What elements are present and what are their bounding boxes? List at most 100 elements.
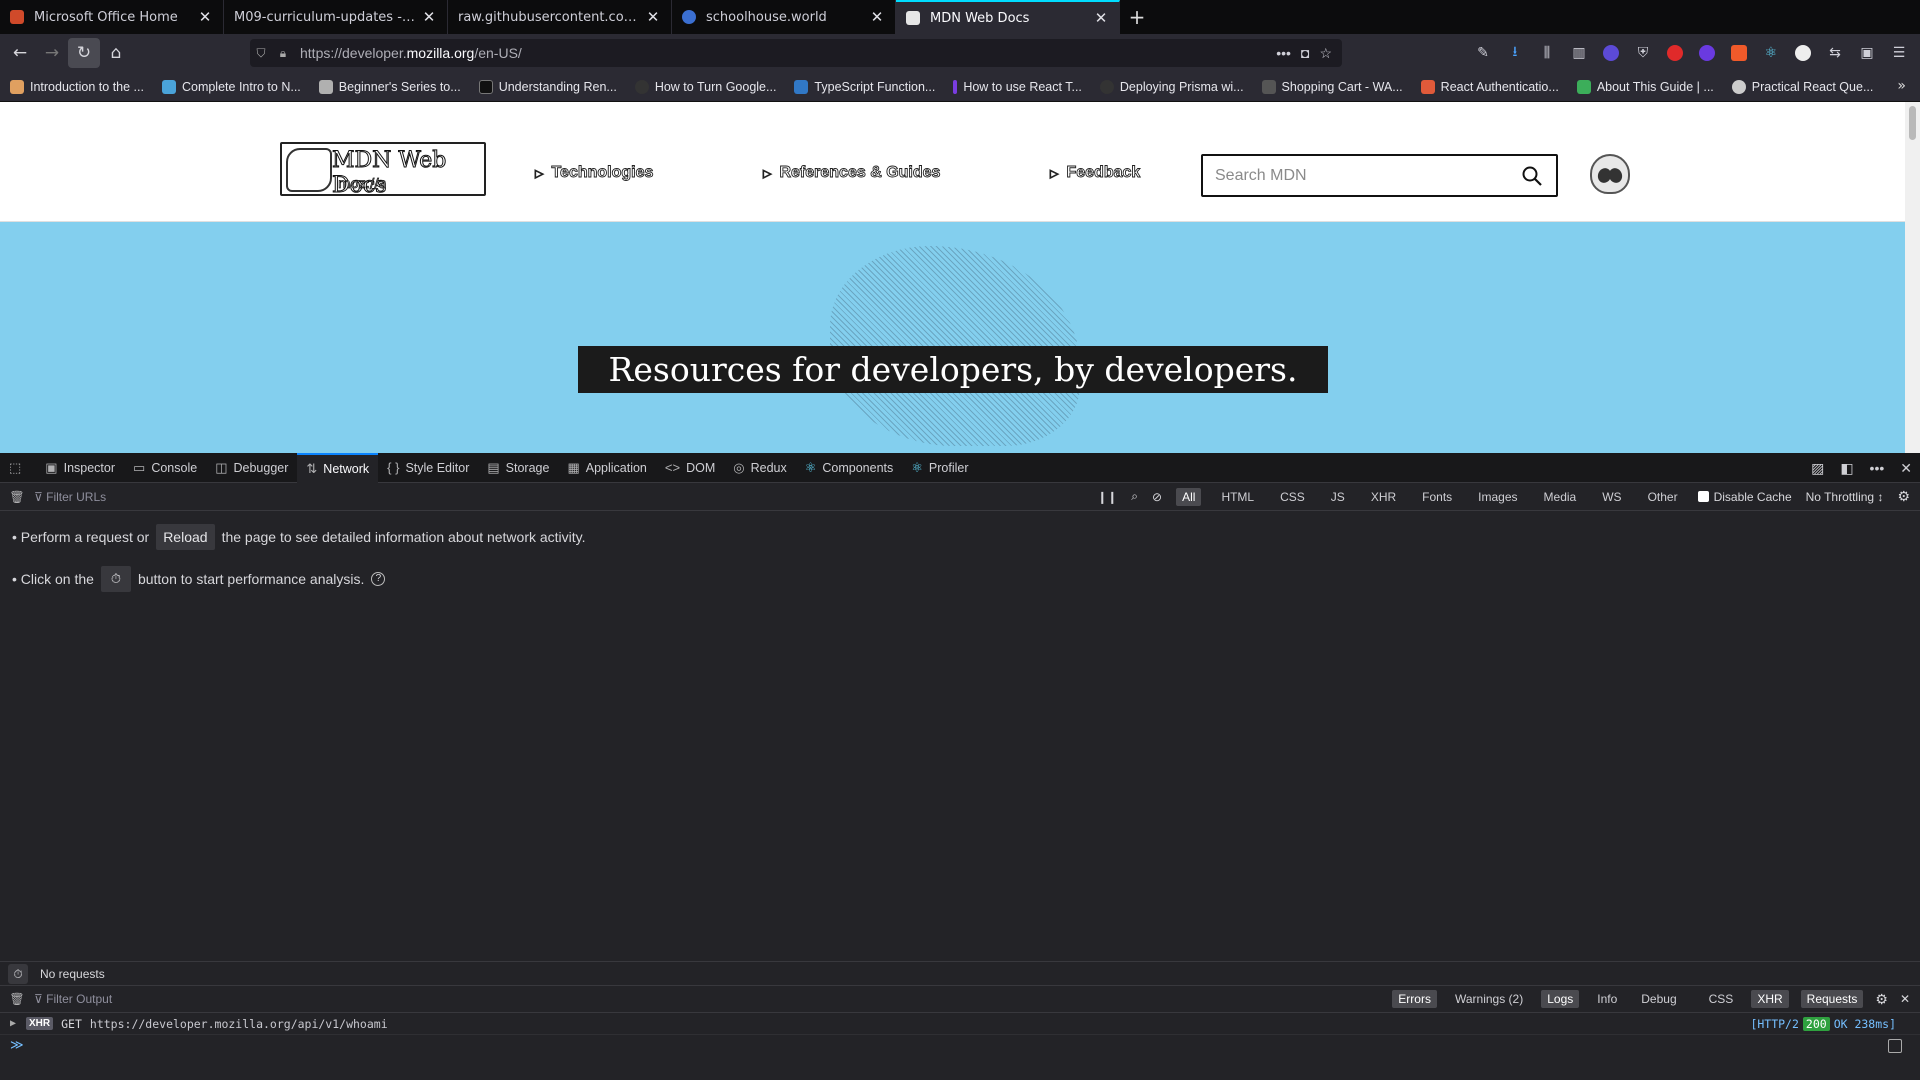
filter-urls-input[interactable] [46,489,647,504]
bookmark-item[interactable]: Understanding Ren... [478,79,617,94]
block-icon[interactable]: ⊘ [1152,490,1162,504]
console-filter-info[interactable]: Info [1591,990,1623,1008]
console-prompt-chevron-icon[interactable]: ≫ [10,1037,24,1053]
performance-timer-icon[interactable]: ⏱︎ [8,963,28,984]
element-picker-button[interactable]: ⬚ [0,453,36,483]
bookmark-item[interactable]: Complete Intro to N... [161,79,301,94]
nav-feedback[interactable]: ▷ Feedback [1050,164,1141,182]
pause-icon[interactable]: ❙❙ [1097,490,1117,504]
browser-tab-raw-github[interactable]: raw.githubusercontent.com/dev10-p✕ [448,0,672,34]
library-icon[interactable]: ⫼ [1534,40,1560,66]
close-tab-icon[interactable]: ✕ [1093,10,1109,26]
extension-orange-icon[interactable] [1726,40,1752,66]
bookmark-item[interactable]: Deploying Prisma wi... [1099,79,1244,94]
bookmark-item[interactable]: React Authenticatio... [1420,79,1559,94]
scrollbar-thumb[interactable] [1909,106,1916,140]
tab-redux[interactable]: ◎ Redux [724,453,795,483]
extension-translate-icon[interactable]: ⇆ [1822,40,1848,66]
bookmark-item[interactable]: Beginner's Series to... [318,79,461,94]
bookmark-item[interactable]: Introduction to the ... [10,79,144,94]
nav-references-guides[interactable]: ▷ References & Guides [763,164,941,182]
tab-dom[interactable]: <> DOM [656,453,724,483]
expand-triangle-icon[interactable]: ▶ [0,1018,26,1029]
tab-inspector[interactable]: ▣ Inspector [36,453,124,483]
address-bar[interactable]: ⛉ 🔒︎ https://developer.mozilla.org/en-US… [250,39,1342,67]
browser-tab-office[interactable]: Microsoft Office Home ✕ [0,0,224,34]
tab-profiler[interactable]: ⚛ Profiler [902,453,977,483]
user-avatar-alien-icon[interactable] [1590,154,1630,194]
mdn-logo[interactable]: MDN Web Docs moz://a [280,142,486,199]
tab-components[interactable]: ⚛ Components [796,453,903,483]
filter-images[interactable]: Images [1472,488,1523,506]
filter-other[interactable]: Other [1642,488,1684,506]
sidebar-icon[interactable]: ▥ [1566,40,1592,66]
home-button[interactable]: ⌂ [100,38,132,68]
tracking-shield-icon[interactable]: ⛉ [250,46,272,61]
reload-page-button[interactable]: Reload [156,524,215,550]
bookmark-star-icon[interactable]: ☆ [1319,45,1332,62]
console-settings-gear-icon[interactable]: ⚙ [1875,991,1888,1008]
mdn-search-input[interactable] [1215,166,1520,185]
nav-technologies[interactable]: ▷ Technologies [535,164,654,182]
clear-console-trash-icon[interactable]: 🗑︎ [0,992,34,1006]
filter-xhr[interactable]: XHR [1365,488,1402,506]
dock-icon[interactable]: ◧ [1840,460,1853,477]
extension-shield-icon[interactable]: ⛨ [1630,40,1656,66]
request-url-link[interactable]: https://developer.mozilla.org/api/v1/who… [90,1017,388,1031]
extension-box-icon[interactable]: ▣ [1854,40,1880,66]
page-scrollbar[interactable] [1905,102,1920,453]
react-devtools-icon[interactable]: ⚛ [1758,40,1784,66]
bookmark-item[interactable]: How to Turn Google... [634,79,776,94]
bookmark-item[interactable]: About This Guide | ... [1576,79,1714,94]
filter-css[interactable]: CSS [1274,488,1311,506]
browser-tab-mdn[interactable]: MDN Web Docs ✕ [896,0,1120,34]
bookmark-item[interactable]: How to use React T... [953,79,1082,94]
browser-tab-schoolhouse[interactable]: schoolhouse.world ✕ [672,0,896,34]
extension-s-icon[interactable] [1790,40,1816,66]
tab-application[interactable]: ▦ Application [558,453,655,483]
responsive-design-icon[interactable]: ▨ [1811,460,1824,477]
extension-purple-icon[interactable] [1694,40,1720,66]
devtools-options-icon[interactable]: ••• [1870,460,1885,476]
search-icon[interactable] [1520,164,1544,188]
filter-js[interactable]: JS [1325,488,1351,506]
wrench-icon[interactable]: ✎ [1470,40,1496,66]
tab-debugger[interactable]: ◫ Debugger [206,453,297,483]
tab-console[interactable]: ▭ Console [124,453,206,483]
console-log-row[interactable]: ▶ XHR GET https://developer.mozilla.org/… [0,1013,1920,1035]
filter-media[interactable]: Media [1538,488,1583,506]
downloads-icon[interactable]: ⭳ [1502,40,1528,66]
search-icon[interactable]: ⌕ [1131,489,1138,504]
filter-all[interactable]: All [1176,487,1202,506]
tab-storage[interactable]: ▤ Storage [478,453,558,483]
console-filter-debug[interactable]: Debug [1635,990,1682,1008]
menu-hamburger-icon[interactable]: ☰ [1886,40,1912,66]
close-tab-icon[interactable]: ✕ [869,9,885,25]
url-text[interactable]: https://developer.mozilla.org/en-US/ [300,45,522,61]
close-tab-icon[interactable]: ✕ [197,9,213,25]
editor-mode-icon[interactable] [1888,1039,1902,1053]
filter-html[interactable]: HTML [1215,488,1260,506]
back-button[interactable]: ← [4,38,36,68]
filter-ws[interactable]: WS [1596,488,1627,506]
filter-fonts[interactable]: Fonts [1416,488,1458,506]
browser-tab-curriculum[interactable]: M09-curriculum-updates - M09-cur✕ [224,0,448,34]
console-filter-css[interactable]: CSS [1703,990,1740,1008]
bookmark-item[interactable]: Practical React Que... [1731,79,1873,94]
close-tab-icon[interactable]: ✕ [421,9,437,25]
close-split-console-icon[interactable]: ✕ [1900,992,1910,1006]
page-actions-icon[interactable]: ••• [1276,45,1291,62]
lock-icon[interactable]: 🔒︎ [272,46,294,61]
bookmarks-overflow-icon[interactable]: » [1897,78,1906,94]
tab-style-editor[interactable]: { } Style Editor [378,453,478,483]
network-settings-gear-icon[interactable]: ⚙ [1897,488,1910,505]
console-filter-errors[interactable]: Errors [1392,990,1437,1008]
new-tab-button[interactable]: + [1120,0,1154,34]
close-tab-icon[interactable]: ✕ [645,9,661,25]
bookmark-item[interactable]: Shopping Cart - WA... [1261,79,1403,94]
tab-network[interactable]: ⇅ Network [297,452,379,483]
pocket-icon[interactable]: ◘ [1301,45,1309,62]
forward-button[interactable]: → [36,38,68,68]
mdn-search[interactable] [1201,154,1558,197]
console-filter-logs[interactable]: Logs [1541,990,1580,1008]
